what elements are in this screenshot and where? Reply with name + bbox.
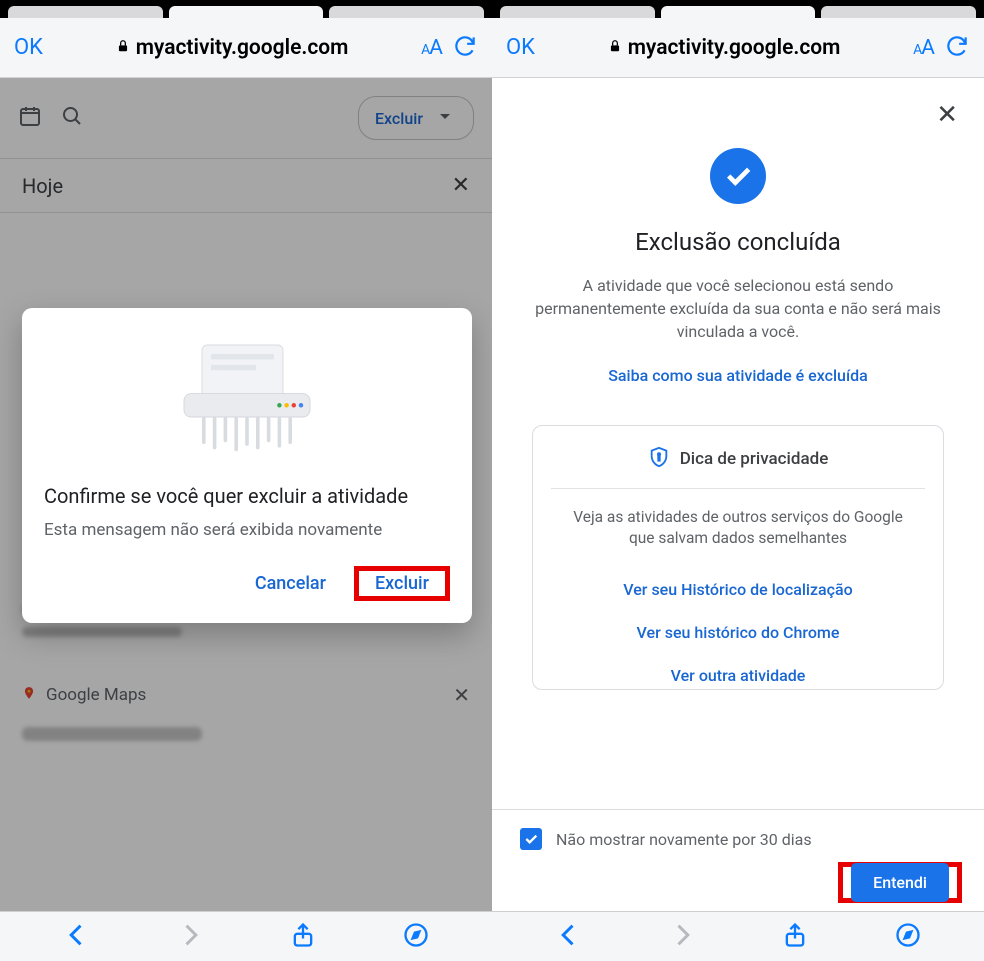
browser-tab-active[interactable]	[661, 6, 816, 18]
text-size-button[interactable]: AA	[913, 36, 934, 60]
refresh-icon[interactable]	[944, 33, 970, 63]
confirm-row: Entendi	[492, 862, 984, 911]
deletion-complete-panel: Exclusão concluída A atividade que você …	[492, 78, 984, 690]
browser-tab[interactable]	[8, 6, 163, 18]
completion-title: Exclusão concluída	[516, 228, 960, 256]
tip-header: Dica de privacidade	[551, 446, 925, 489]
got-it-button[interactable]: Entendi	[851, 863, 949, 902]
shield-info-icon	[648, 446, 670, 472]
share-icon[interactable]	[781, 921, 809, 953]
phone-right: OK myactivity.google.com AA ✕ Exclusão c…	[492, 0, 984, 961]
highlight-box: Entendi	[838, 862, 962, 903]
forward-icon	[668, 921, 696, 953]
checkbox-label: Não mostrar novamente por 30 dias	[556, 830, 812, 849]
page-content-left: Excluir Hoje ✕ Google Maps ✕	[0, 78, 492, 911]
lock-icon	[116, 38, 130, 58]
ok-button[interactable]: OK	[14, 35, 43, 60]
url-display[interactable]: myactivity.google.com	[53, 36, 411, 60]
dialog-subtitle: Esta mensagem não será exibida novamente	[44, 520, 450, 540]
compass-icon[interactable]	[894, 921, 922, 953]
page-content-right: ✕ Exclusão concluída A atividade que voc…	[492, 78, 984, 911]
back-icon[interactable]	[555, 921, 583, 953]
learn-more-link[interactable]: Saiba como sua atividade é excluída	[516, 366, 960, 385]
ok-button[interactable]: OK	[506, 35, 535, 60]
browser-tab[interactable]	[329, 6, 484, 18]
shredder-illustration	[44, 324, 450, 474]
share-icon[interactable]	[289, 921, 317, 953]
browser-address-bar: OK myactivity.google.com AA	[0, 18, 492, 78]
completion-description: A atividade que você selecionou está sen…	[528, 274, 948, 344]
text-size-button[interactable]: AA	[421, 36, 442, 60]
other-activity-link[interactable]: Ver outra atividade	[551, 654, 925, 689]
chrome-history-link[interactable]: Ver seu histórico do Chrome	[551, 611, 925, 654]
dont-show-again-row: Não mostrar novamente por 30 dias	[492, 810, 984, 862]
checkbox-checked[interactable]	[520, 828, 542, 850]
tip-title: Dica de privacidade	[680, 449, 829, 469]
url-text: myactivity.google.com	[628, 36, 841, 60]
privacy-tip-card: Dica de privacidade Veja as atividades d…	[532, 425, 944, 690]
confirm-delete-dialog: Confirme se você quer excluir a atividad…	[22, 308, 472, 623]
compass-icon[interactable]	[402, 921, 430, 953]
url-text: myactivity.google.com	[136, 36, 349, 60]
browser-address-bar: OK myactivity.google.com AA	[492, 18, 984, 78]
close-icon[interactable]: ✕	[936, 100, 958, 130]
tab-bar	[0, 0, 492, 18]
browser-tab[interactable]	[821, 6, 976, 18]
refresh-icon[interactable]	[452, 33, 478, 63]
forward-icon	[176, 921, 204, 953]
dialog-actions: Cancelar Excluir	[44, 566, 450, 601]
cancel-button[interactable]: Cancelar	[245, 567, 336, 600]
lock-icon	[608, 38, 622, 58]
safari-toolbar	[492, 911, 984, 961]
phone-left: OK myactivity.google.com AA Excluir	[0, 0, 492, 961]
browser-tab-active[interactable]	[169, 6, 324, 18]
tip-body: Veja as atividades de outros serviços do…	[551, 489, 925, 568]
url-display[interactable]: myactivity.google.com	[545, 36, 903, 60]
location-history-link[interactable]: Ver seu Histórico de localização	[551, 568, 925, 611]
tab-bar	[492, 0, 984, 18]
browser-tab[interactable]	[500, 6, 655, 18]
confirm-delete-button[interactable]: Excluir	[365, 567, 439, 600]
dialog-title: Confirme se você quer excluir a atividad…	[44, 484, 450, 508]
highlight-box: Excluir	[354, 566, 450, 601]
safari-toolbar	[0, 911, 492, 961]
back-icon[interactable]	[63, 921, 91, 953]
success-check-icon	[710, 148, 766, 204]
